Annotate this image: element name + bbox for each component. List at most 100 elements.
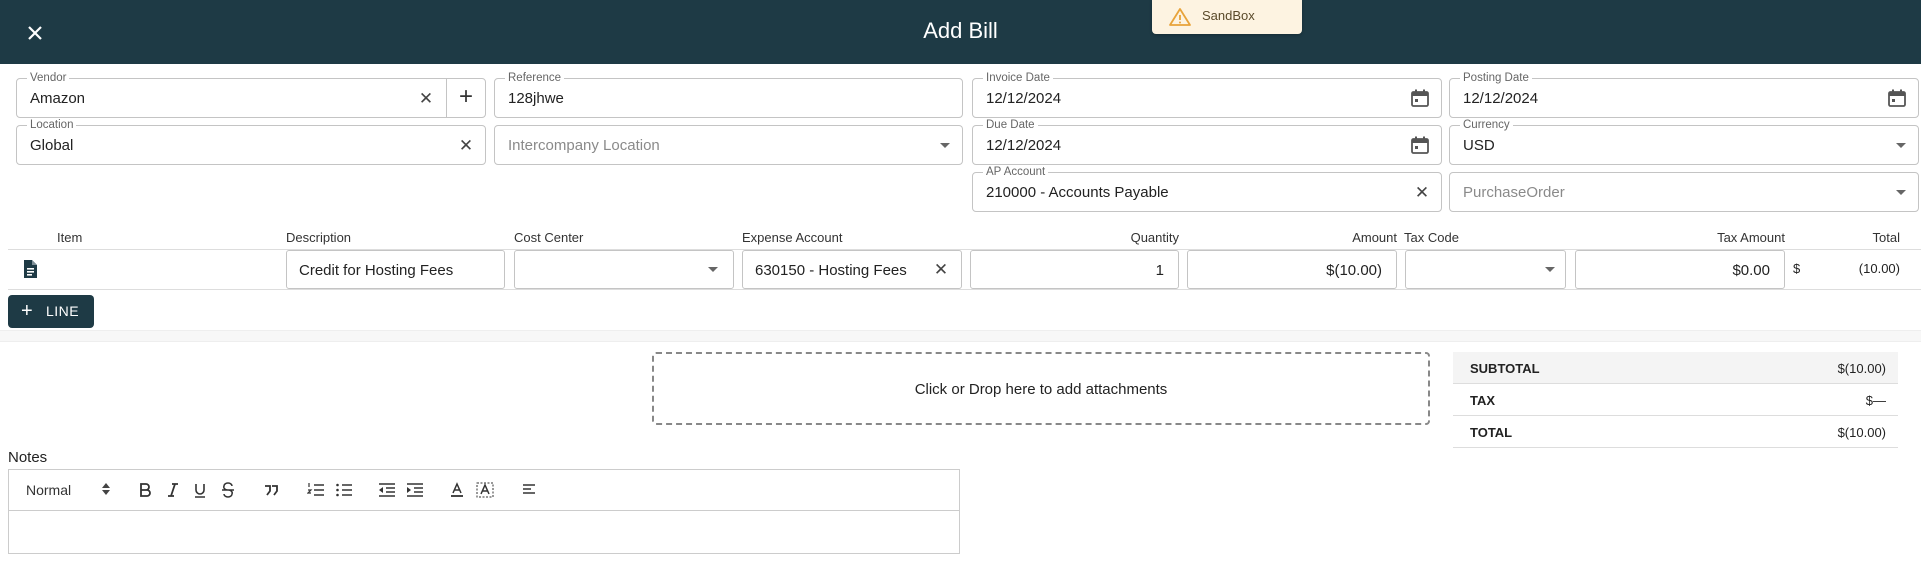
location-field[interactable]: Location Global ✕ (16, 118, 486, 165)
indent-icon (407, 483, 423, 497)
text-color-icon (451, 482, 463, 497)
attachments-dropzone[interactable]: Click or Drop here to add attachments (652, 352, 1430, 425)
italic-button[interactable] (165, 482, 181, 498)
plus-icon: + (21, 300, 33, 322)
ordered-list-button[interactable] (307, 482, 325, 498)
tax-amount-input[interactable]: $0.00 (1575, 250, 1785, 289)
highlight-icon (476, 482, 494, 498)
posting-date-picker[interactable] (1886, 88, 1908, 110)
amount-input[interactable]: $(10.00) (1187, 250, 1397, 289)
ap-account-field[interactable]: AP Account 210000 - Accounts Payable ✕ (972, 165, 1442, 212)
currency-label: Currency (1460, 118, 1513, 132)
align-button[interactable] (521, 482, 537, 498)
clear-ap-account-button[interactable]: ✕ (1411, 182, 1433, 204)
column-header-cost-center: Cost Center (514, 230, 584, 245)
location-value: Global (30, 137, 74, 154)
table-divider (8, 289, 1921, 290)
document-icon (24, 260, 37, 278)
description-input[interactable]: Credit for Hosting Fees (286, 250, 505, 289)
posting-date-label: Posting Date (1460, 71, 1532, 85)
notes-toolbar: Normal (9, 470, 959, 511)
vendor-value: Amazon (30, 90, 86, 107)
sandbox-label: SandBox (1202, 8, 1255, 23)
column-header-amount: Amount (1352, 230, 1397, 245)
clear-location-button[interactable]: ✕ (455, 135, 477, 157)
calendar-icon (1888, 89, 1906, 107)
clear-vendor-button[interactable]: ✕ (415, 88, 437, 110)
notes-editor: Normal (8, 469, 960, 554)
column-header-tax-code: Tax Code (1404, 230, 1459, 245)
strike-button[interactable] (220, 482, 236, 498)
clear-expense-account-button[interactable]: ✕ (931, 260, 951, 280)
calendar-icon (1411, 136, 1429, 154)
text-format-select[interactable]: Normal (26, 482, 71, 498)
ap-account-value: 210000 - Accounts Payable (986, 184, 1169, 201)
attachments-text: Click or Drop here to add attachments (914, 381, 1168, 398)
indent-button[interactable] (406, 482, 424, 498)
column-header-expense-account: Expense Account (742, 230, 843, 245)
calendar-icon (1411, 89, 1429, 107)
underline-icon (195, 484, 205, 498)
tax-code-select[interactable] (1405, 250, 1566, 289)
cost-center-select[interactable] (514, 250, 734, 289)
total-label: TOTAL (1470, 425, 1513, 440)
bullet-list-button[interactable] (335, 482, 353, 498)
invoice-date-field[interactable]: Invoice Date 12/12/2024 (972, 71, 1442, 118)
outdent-button[interactable] (378, 482, 396, 498)
due-date-picker[interactable] (1409, 135, 1431, 157)
quote-button[interactable] (263, 482, 279, 498)
location-label: Location (27, 118, 77, 132)
tax-amount-value: $0.00 (1732, 262, 1770, 279)
italic-icon (168, 483, 178, 497)
dropdown-arrow-icon (940, 143, 950, 148)
line-total-value: (10.00) (1858, 261, 1900, 276)
text-color-button[interactable] (449, 482, 465, 498)
app-header: Add Bill SandBox (0, 0, 1921, 64)
quantity-input[interactable]: 1 (970, 250, 1179, 289)
dropdown-arrow-icon (1545, 267, 1555, 272)
posting-date-value: 12/12/2024 (1463, 90, 1539, 107)
warning-icon (1169, 8, 1191, 26)
amount-value: $(10.00) (1326, 262, 1382, 279)
currency-field[interactable]: Currency USD (1449, 118, 1919, 165)
close-button[interactable] (20, 18, 50, 48)
expense-account-select[interactable]: 630150 - Hosting Fees ✕ (742, 250, 962, 289)
line-item-button[interactable] (20, 259, 40, 284)
invoice-date-picker[interactable] (1409, 88, 1431, 110)
page-title: Add Bill (923, 18, 998, 43)
dropdown-arrow-icon (708, 267, 718, 272)
clear-icon: ✕ (933, 260, 949, 279)
purchase-order-placeholder: PurchaseOrder (1463, 184, 1565, 201)
column-header-quantity: Quantity (1130, 230, 1179, 245)
reference-label: Reference (505, 71, 565, 85)
posting-date-field[interactable]: Posting Date 12/12/2024 (1449, 71, 1919, 118)
column-header-total: Total (1872, 230, 1900, 245)
invoice-date-label: Invoice Date (983, 71, 1053, 85)
description-value: Credit for Hosting Fees (299, 262, 454, 279)
add-line-button[interactable]: + LINE (8, 295, 94, 328)
vendor-field[interactable]: Vendor Amazon ✕ (16, 71, 447, 118)
format-select-arrows (102, 482, 110, 496)
sandbox-badge: SandBox (1152, 0, 1302, 34)
section-divider (0, 330, 1921, 342)
notes-content-area[interactable] (9, 512, 959, 553)
add-vendor-button[interactable]: + (446, 78, 486, 118)
subtotal-label: SUBTOTAL (1470, 361, 1540, 376)
bold-button[interactable] (137, 482, 153, 498)
highlight-button[interactable] (476, 482, 494, 498)
quantity-value: 1 (1155, 262, 1164, 279)
tax-value: $— (1865, 393, 1886, 408)
subtotal-value: $(10.00) (1837, 361, 1886, 376)
bold-icon (140, 483, 151, 497)
reference-field[interactable]: Reference 128jhwe (494, 71, 963, 118)
underline-button[interactable] (192, 482, 208, 498)
reference-value: 128jhwe (508, 90, 564, 107)
due-date-field[interactable]: Due Date 12/12/2024 (972, 118, 1442, 165)
close-icon (28, 26, 42, 40)
subtotal-row: SUBTOTAL $(10.00) (1453, 352, 1898, 384)
purchase-order-field[interactable]: PurchaseOrder (1449, 172, 1919, 212)
total-value: $(10.00) (1837, 425, 1886, 440)
dropdown-arrow-icon (1896, 143, 1906, 148)
intercompany-location-field[interactable]: Intercompany Location (494, 125, 963, 165)
column-header-item: Item (57, 230, 83, 245)
